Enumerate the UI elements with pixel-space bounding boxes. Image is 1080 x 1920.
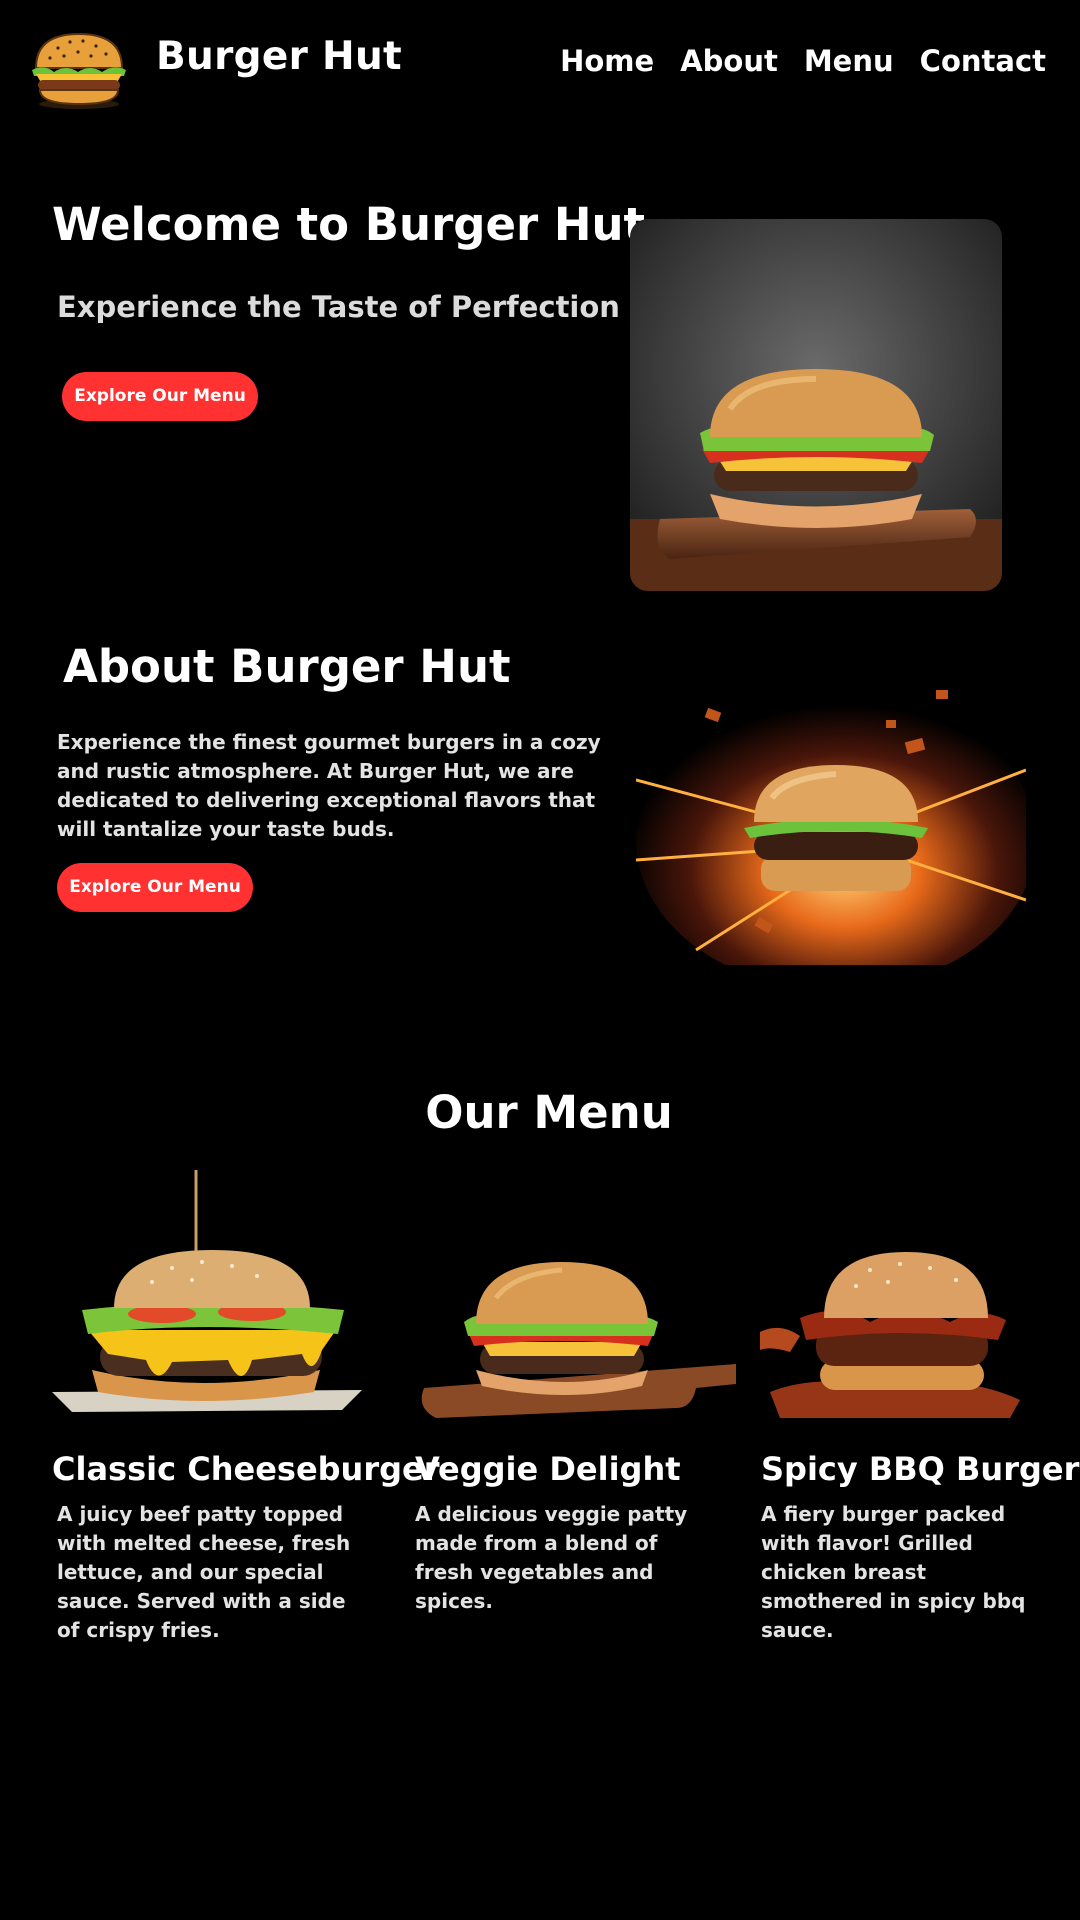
menu-item-desc-classic-cheeseburger: A juicy beef patty topped with melted ch… bbox=[57, 1502, 351, 1642]
hero-title: Welcome to Burger Hut bbox=[52, 198, 646, 251]
about-title: About Burger Hut bbox=[63, 640, 511, 693]
hero-subtitle: Experience the Taste of Perfection bbox=[57, 290, 620, 324]
menu-title: Our Menu bbox=[425, 1086, 673, 1139]
menu-item-name-classic-cheeseburger[interactable]: Classic Cheeseburger bbox=[52, 1450, 440, 1488]
spicy-bbq-burger-image[interactable] bbox=[760, 1222, 1030, 1418]
menu-item-desc-veggie-delight: A delicious veggie patty made from a ble… bbox=[415, 1502, 688, 1613]
hero-burger-image bbox=[630, 219, 1002, 591]
burger-logo-icon[interactable] bbox=[28, 28, 130, 112]
nav-about[interactable]: About bbox=[680, 44, 778, 78]
page: Burger Hut Home About Menu Contact Welco… bbox=[0, 0, 1080, 1920]
menu-item-name-spicy-bbq-burger[interactable]: Spicy BBQ Burger bbox=[761, 1450, 1079, 1488]
menu-item-name-veggie-delight[interactable]: Veggie Delight bbox=[415, 1450, 681, 1488]
hero-explore-menu-button[interactable]: Explore Our Menu bbox=[62, 372, 258, 421]
about-text: Experience the finest gourmet burgers in… bbox=[57, 730, 601, 841]
nav-contact[interactable]: Contact bbox=[920, 44, 1046, 78]
menu-item-desc-spicy-bbq-burger: A fiery burger packed with flavor! Grill… bbox=[761, 1502, 1026, 1642]
veggie-delight-image[interactable] bbox=[416, 1238, 736, 1418]
nav-menu[interactable]: Menu bbox=[804, 44, 894, 78]
about-explore-menu-button[interactable]: Explore Our Menu bbox=[57, 863, 253, 912]
main-nav: Home About Menu Contact bbox=[560, 44, 1046, 78]
brand-name[interactable]: Burger Hut bbox=[156, 34, 402, 79]
nav-home[interactable]: Home bbox=[560, 44, 654, 78]
about-burger-explosion-image bbox=[636, 660, 1026, 965]
classic-cheeseburger-image[interactable] bbox=[52, 1170, 370, 1412]
